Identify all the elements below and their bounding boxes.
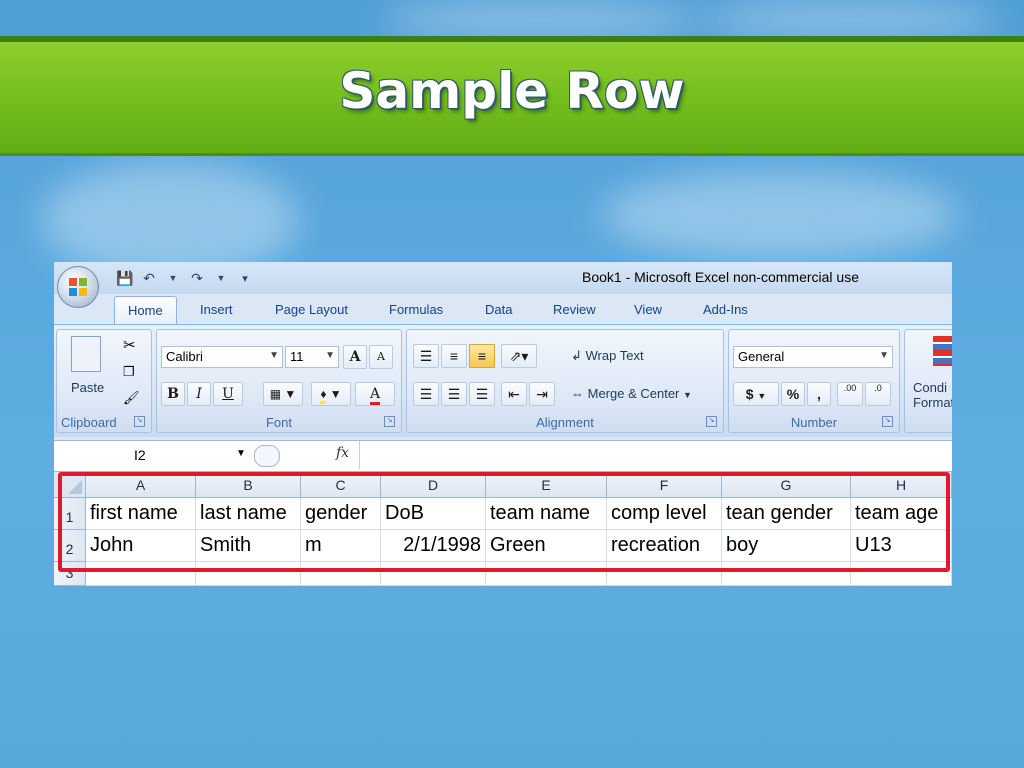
- tab-formulas[interactable]: Formulas: [389, 302, 443, 317]
- currency-button[interactable]: $ ▼: [733, 382, 779, 406]
- chevron-down-icon[interactable]: ▼: [879, 350, 889, 361]
- chevron-down-icon[interactable]: ▼: [757, 391, 766, 401]
- slide-title: Sample Row: [339, 62, 685, 120]
- cloud: [600, 170, 960, 260]
- font-name-value: Calibri: [166, 349, 203, 364]
- tab-insert[interactable]: Insert: [200, 302, 233, 317]
- number-format-combo[interactable]: General ▼: [733, 346, 893, 368]
- launcher-icon[interactable]: ↘: [882, 416, 893, 427]
- save-icon[interactable]: 💾: [116, 270, 134, 287]
- tab-add-ins[interactable]: Add-Ins: [703, 302, 748, 317]
- grow-font-button[interactable]: A: [343, 345, 367, 369]
- title-bar: 💾 ↶ ▼ ↷ ▼ ▾ Book1 - Microsoft Excel non-…: [54, 262, 952, 294]
- alignment-group: ☰ ≡ ≡ ⇗▾ ↲ Wrap Text ☰ ☰ ☰ ⇤ ⇥ ⇔ Merge &…: [406, 329, 724, 433]
- wrap-text-label: Wrap Text: [585, 348, 644, 363]
- chevron-down-icon[interactable]: ▼: [212, 273, 230, 283]
- office-button[interactable]: [57, 266, 99, 308]
- window-title: Book1 - Microsoft Excel non-commercial u…: [582, 269, 859, 285]
- tab-review[interactable]: Review: [553, 302, 596, 317]
- clipboard-group: Paste ✂ ❐ 🖌 Clipboard ↘: [56, 329, 152, 433]
- number-label: Number: [790, 415, 838, 430]
- increase-indent-icon[interactable]: ⇥: [529, 382, 555, 406]
- tab-view[interactable]: View: [634, 302, 662, 317]
- cut-icon[interactable]: ✂: [123, 336, 136, 354]
- launcher-icon[interactable]: ↘: [384, 416, 395, 427]
- formula-bar: I2 ▼ fx: [54, 440, 952, 472]
- number-format-value: General: [738, 349, 785, 364]
- launcher-icon[interactable]: ↘: [134, 416, 145, 427]
- increase-decimal-label: .00: [843, 383, 857, 393]
- chevron-down-icon[interactable]: ▼: [236, 448, 246, 459]
- redo-icon[interactable]: ↷: [188, 270, 206, 287]
- insert-function-icon[interactable]: fx: [336, 445, 349, 461]
- formula-bar-expander[interactable]: [254, 445, 280, 467]
- font-group: Calibri ▼ 11 ▼ A A B I U ▦ ▼ ♦ ▼ A Font …: [156, 329, 402, 433]
- cloud: [380, 0, 700, 40]
- customize-toolbar-icon[interactable]: ▾: [236, 272, 254, 285]
- decrease-decimal-button[interactable]: .0: [865, 382, 891, 406]
- styles-group: Condi Format: [904, 329, 952, 433]
- increase-decimal-button[interactable]: .00: [837, 382, 863, 406]
- alignment-label: Alignment: [536, 415, 594, 430]
- conditional-formatting-button[interactable]: Condi Format: [913, 380, 952, 410]
- align-left-icon[interactable]: ☰: [413, 382, 439, 406]
- borders-button[interactable]: ▦ ▼: [263, 382, 303, 406]
- paste-icon[interactable]: [71, 336, 101, 372]
- tab-home[interactable]: Home: [114, 296, 177, 324]
- shrink-font-button[interactable]: A: [369, 345, 393, 369]
- fill-color-button[interactable]: ♦ ▼: [311, 382, 351, 406]
- percent-button[interactable]: %: [781, 382, 805, 406]
- font-color-icon: A: [369, 386, 381, 405]
- ribbon: Paste ✂ ❐ 🖌 Clipboard ↘ Calibri ▼ 11 ▼ A…: [54, 324, 952, 437]
- orientation-icon[interactable]: ⇗▾: [501, 344, 537, 368]
- name-box-value: I2: [134, 447, 146, 463]
- cloud: [700, 0, 1000, 40]
- underline-button[interactable]: U: [213, 382, 243, 406]
- wrap-text-button[interactable]: ↲ Wrap Text: [571, 348, 644, 364]
- align-bottom-icon[interactable]: ≡: [469, 344, 495, 368]
- font-size-value: 11: [290, 349, 304, 364]
- chevron-down-icon[interactable]: ▼: [164, 273, 182, 283]
- align-middle-icon[interactable]: ≡: [441, 344, 467, 368]
- chevron-down-icon[interactable]: ▼: [683, 390, 692, 400]
- paste-button[interactable]: Paste: [71, 380, 104, 395]
- comma-button[interactable]: ,: [807, 382, 831, 406]
- number-group: General ▼ $ ▼ % , .00 .0 Number ↘: [728, 329, 900, 433]
- chevron-down-icon[interactable]: ▼: [269, 350, 279, 361]
- decrease-indent-icon[interactable]: ⇤: [501, 382, 527, 406]
- borders-icon: ▦ ▼: [269, 387, 297, 401]
- conditional-label: Condi: [913, 380, 947, 395]
- quick-access-toolbar: 💾 ↶ ▼ ↷ ▼ ▾: [116, 268, 254, 288]
- merge-center-button[interactable]: ⇔ Merge & Center ▼: [571, 386, 692, 401]
- decrease-decimal-label: .0: [874, 383, 882, 393]
- chevron-down-icon[interactable]: ▼: [325, 350, 335, 361]
- ribbon-tabs: Home Insert Page Layout Formulas Data Re…: [54, 294, 952, 324]
- name-box[interactable]: I2 ▼: [54, 441, 254, 469]
- fill-color-icon: ♦: [320, 387, 327, 404]
- currency-label: $: [745, 386, 754, 402]
- merge-icon: ⇔: [571, 386, 588, 401]
- font-name-combo[interactable]: Calibri ▼: [161, 346, 283, 368]
- font-color-button[interactable]: A: [355, 382, 395, 406]
- tab-page-layout[interactable]: Page Layout: [275, 302, 348, 317]
- undo-icon[interactable]: ↶: [140, 270, 158, 287]
- font-size-combo[interactable]: 11 ▼: [285, 346, 339, 368]
- font-label: Font: [265, 415, 292, 430]
- office-logo-icon: [69, 278, 87, 296]
- wrap-text-icon: ↲: [571, 348, 586, 363]
- align-right-icon[interactable]: ☰: [469, 382, 495, 406]
- formatting-label: Format: [913, 395, 952, 410]
- launcher-icon[interactable]: ↘: [706, 416, 717, 427]
- tab-data[interactable]: Data: [485, 302, 512, 317]
- copy-icon[interactable]: ❐: [123, 364, 135, 380]
- conditional-formatting-icon[interactable]: [933, 336, 952, 366]
- align-top-icon[interactable]: ☰: [413, 344, 439, 368]
- bold-button[interactable]: B: [161, 382, 185, 406]
- formula-divider: [359, 441, 360, 469]
- highlight-box: [58, 472, 950, 572]
- align-center-icon[interactable]: ☰: [441, 382, 467, 406]
- merge-center-label: Merge & Center: [587, 386, 680, 401]
- italic-button[interactable]: I: [187, 382, 211, 406]
- format-painter-icon[interactable]: 🖌: [123, 390, 140, 406]
